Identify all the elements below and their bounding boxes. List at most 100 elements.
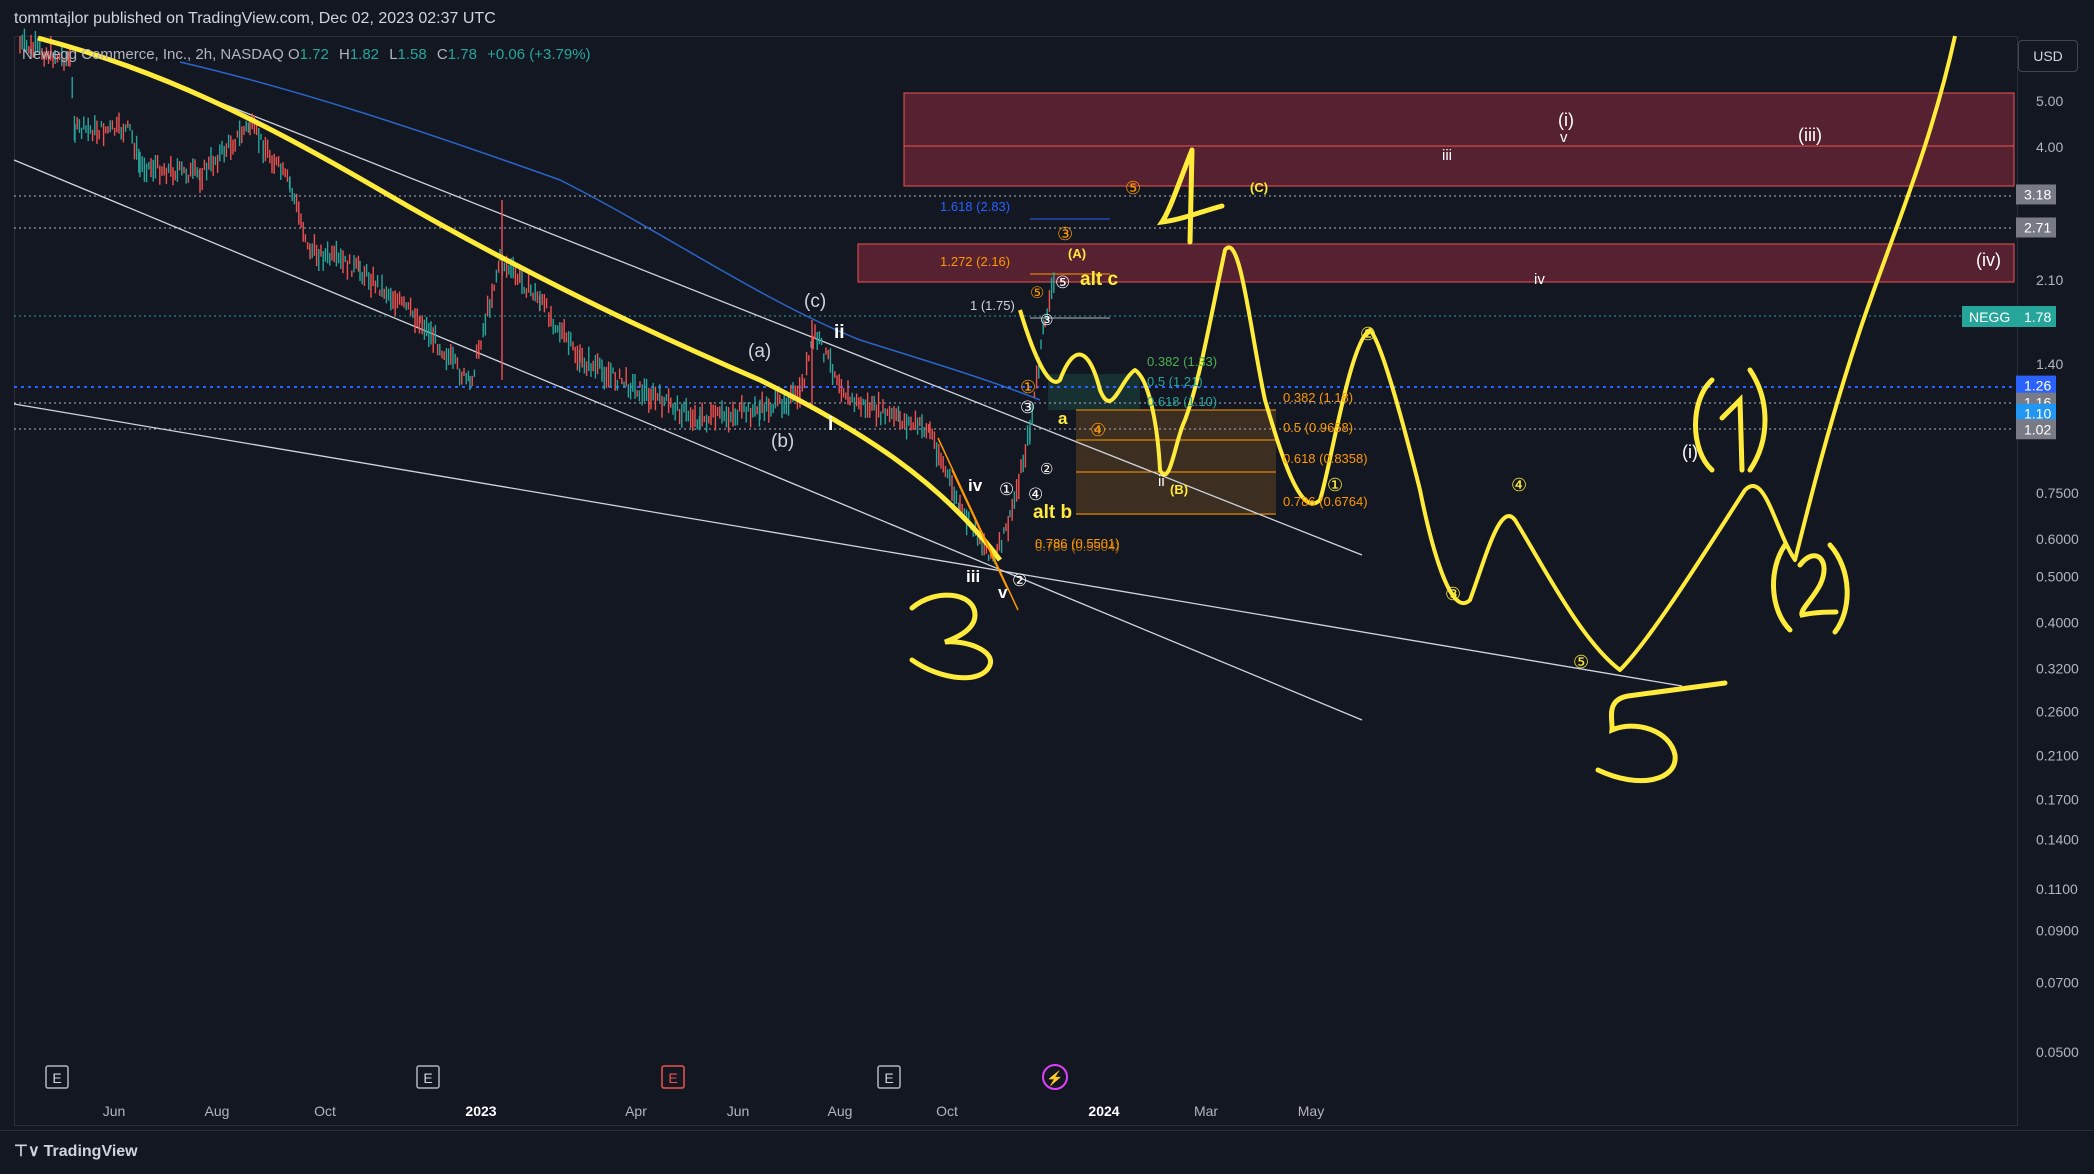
wave-label: (iii) [1798,125,1822,145]
low-label: L [389,46,398,63]
time-tick-label: Oct [314,1103,336,1119]
price-badge-label: 1.26 [2024,378,2051,394]
price-badge-label: 1.02 [2024,421,2051,437]
circled-label-white: ③ [1040,312,1053,329]
wave-label: i [828,414,833,435]
earnings-event-icon[interactable]: E [877,1065,901,1089]
circled-label-yellow: ② [1360,324,1376,344]
wave-label: (a) [748,341,771,362]
fib-label-1: 1 (1.75) [970,298,1015,313]
symbol-name[interactable]: Newegg Commerce, Inc., 2h, NASDAQ [22,46,284,63]
low-value: 1.58 [397,46,427,63]
fib-label-0-786-low-b: 0.786 (0.5504) [1035,539,1120,554]
dividend-event-icon[interactable]: ⚡ [1042,1064,1068,1090]
change-value: +0.06 (+3.79%) [487,46,591,63]
circled-label-white: ② [1040,461,1053,478]
circled-label-white: ③ [1020,398,1035,417]
earnings-event-icon[interactable]: E [45,1065,69,1089]
currency-button[interactable]: USD [2018,40,2078,72]
wave-label-yellow: a [1058,409,1068,428]
wave-label-yellow: (B) [1170,482,1188,497]
wave-label: (b) [771,431,794,452]
handwritten-3[interactable] [909,592,993,681]
time-tick-label: 2024 [1088,1103,1119,1119]
circled-label-yellow: ④ [1511,475,1527,495]
wave-label: iv [968,476,983,495]
wave-label-yellow: (C) [1250,180,1268,195]
circled-label-orange: ④ [1090,420,1106,440]
wave-label: ii [1158,473,1165,490]
fib-label-0-618-orange: 0.618 (0.8358) [1283,451,1368,466]
svg-text:E: E [668,1070,677,1086]
time-tick-label: Aug [828,1103,853,1119]
wave-label-yellow: alt b [1033,502,1072,523]
price-tick-label: 0.1400 [2036,831,2079,847]
fib-label-0-382-green: 0.382 (1.33) [1147,354,1217,369]
circled-label-orange: ① [1020,377,1036,397]
earnings-event-icon[interactable]: E [661,1065,685,1089]
high-value: 1.82 [349,46,380,63]
resistance-zone-upper[interactable] [903,92,2015,187]
wave-label: v [998,583,1008,602]
time-tick-label: Jun [727,1103,750,1119]
fib-label-0-5-orange: 0.5 (0.9658) [1283,420,1353,435]
time-tick-label: Jun [103,1103,126,1119]
time-tick-label: Aug [205,1103,230,1119]
wave-label-yellow: (A) [1068,246,1086,261]
price-badge-label: 3.18 [2024,186,2051,202]
svg-text:E: E [423,1070,432,1086]
price-tick-label: 1.40 [2036,356,2063,372]
price-tick-label: 4.00 [2036,139,2063,155]
wave-label: ii [834,322,845,343]
footer [0,1130,2094,1174]
time-tick-label: Oct [936,1103,958,1119]
wave-label: iv [1534,271,1545,288]
circled-label-orange: ⑤ [1030,285,1044,302]
circled-label-white: ② [1012,571,1027,590]
price-candles [19,28,1055,565]
circled-label-yellow: ③ [1445,584,1461,604]
close-value: 1.78 [447,46,477,63]
tradingview-brand: TradingView [43,1143,138,1160]
high-label: H [338,46,350,63]
circled-label-orange: ⑤ [1125,178,1141,198]
fib-label-0-786-orange: 0.786 (0.6764) [1283,494,1368,509]
price-axis[interactable]: 5.00 4.00 2.10 1.40 0.7500 0.6000 0.5000 0.4000… [2016,93,2079,1060]
circled-label-yellow: ⑤ [1573,652,1589,672]
handwritten-5[interactable] [1595,680,1728,784]
circled-label-white: ① [999,480,1014,499]
price-tick-label: 0.0500 [2036,1044,2079,1060]
fib-label-0-618-green: 0.618 (1.10) [1147,394,1217,409]
handwritten-paren-1[interactable] [1693,367,1768,473]
last-price-value: 1.78 [2024,309,2051,325]
price-tick-label: 0.1700 [2036,791,2079,807]
circled-label-white: ⑤ [1055,273,1070,292]
price-tick-label: 0.7500 [2036,485,2079,501]
fib-label-0-382-orange: 0.382 (1.18) [1283,390,1353,405]
time-tick-label: 2023 [465,1103,496,1119]
tradingview-logo-icon: ⊤∨ [14,1143,40,1160]
resistance-zone-lower[interactable] [857,243,2015,283]
handwritten-paren-2[interactable] [1771,542,1850,635]
circled-label-yellow: ① [1327,475,1343,495]
time-tick-label: Mar [1194,1103,1218,1119]
tradingview-logo[interactable]: ⊤∨ TradingView [14,1141,138,1161]
wave-label: (iv) [1976,250,2001,270]
price-tick-label: 0.6000 [2036,531,2079,547]
yellow-trend-curve[interactable] [37,35,1002,562]
symbol-legend[interactable]: Newegg Commerce, Inc., 2h, NASDAQ O1.72 … [22,46,597,63]
price-tick-label: 5.00 [2036,93,2063,109]
circled-label-orange: ③ [1057,224,1073,244]
price-badge-label: 2.71 [2024,219,2051,235]
price-tick-label: 0.3200 [2036,661,2079,677]
chart-canvas[interactable]: 1.618 (2.83) 1.272 (2.16) 1 (1.75) 0.382… [0,0,2094,1173]
event-markers[interactable]: E E E E ⚡ [45,1064,1068,1090]
wave-label: iii [966,567,980,586]
svg-text:E: E [884,1070,893,1086]
open-value: 1.72 [299,46,329,63]
fib-label-1-272: 1.272 (2.16) [940,254,1010,269]
time-axis[interactable]: Jun Aug Oct 2023 Apr Jun Aug Oct 2024 Mar May [103,1103,1325,1119]
open-label: O [287,46,300,63]
price-tick-label: 0.1100 [2036,881,2078,897]
earnings-event-icon[interactable]: E [416,1065,440,1089]
